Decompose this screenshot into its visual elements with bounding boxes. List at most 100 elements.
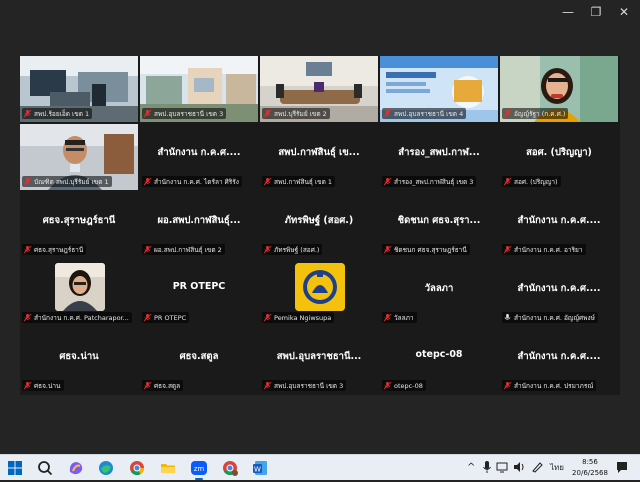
participant-name-label: บัณฑิต สพป.บุรีรัมย์ เขต 1 <box>22 176 112 187</box>
participant-name: สพป.กาฬสินธุ์ เขต 1 <box>274 177 333 186</box>
windows-start-icon[interactable] <box>5 458 25 478</box>
participant-tile[interactable]: ศธจ.สุราษฎร์ธานี ศธจ.สุราษฎร์ธานี <box>20 192 138 258</box>
participant-name: สพป.ร้อยเอ็ด เขต 1 <box>34 109 90 118</box>
muted-mic-icon <box>383 177 394 186</box>
edge-icon[interactable] <box>96 458 116 478</box>
search-icon[interactable] <box>35 458 55 478</box>
network-icon[interactable] <box>496 460 510 476</box>
muted-mic-icon <box>503 109 514 118</box>
participant-tile[interactable]: ศธจ.สตูล ศธจ.สตูล <box>140 328 258 394</box>
participant-name-label: สำนักงาน ก.ค.ศ. อาริยา <box>502 244 586 255</box>
participant-name-label: ศธจ.น่าน <box>22 380 64 391</box>
microphone-tray-icon[interactable] <box>482 460 492 476</box>
participant-name: สำรอง_สพป.กาฬสินธุ์ เขต 3 <box>394 177 474 186</box>
show-hidden-icons-chevron[interactable]: ^ <box>467 460 475 476</box>
participant-tile[interactable]: สพป.อุบลราชธานี... สพป.อุบลราชธานี เขต 3 <box>260 328 378 394</box>
participant-display-name: สำนักงาน ก.ค.ศ.... <box>517 351 601 362</box>
participant-name-label: ผอ.สพป.กาฬสินธุ์ เขต 2 <box>142 244 225 255</box>
chrome-icon[interactable] <box>127 458 147 478</box>
participant-name: ชิดชนก ศธจ.สุราษฎร์ธานี <box>394 245 467 254</box>
muted-mic-icon <box>23 245 34 254</box>
chrome-profile-icon[interactable] <box>220 458 240 478</box>
participant-name-label: Pemika Ngiwsupa <box>262 312 335 323</box>
window-titlebar: — ❐ ✕ <box>0 0 640 26</box>
participant-name: ศธจ.สตูล <box>154 381 181 390</box>
svg-text:zm: zm <box>194 465 205 473</box>
mic-icon <box>503 313 514 322</box>
participant-tile[interactable]: สำรอง_สพป.กาฬ... สำรอง_สพป.กาฬสินธุ์ เขต … <box>380 124 498 190</box>
participant-name: ผอ.สพป.กาฬสินธุ์ เขต 2 <box>154 245 222 254</box>
participant-tile[interactable]: สำนักงาน ก.ค.ศ.... สำนักงาน ก.ค.ศ. ไตรัลา… <box>140 124 258 190</box>
notification-center-icon[interactable] <box>615 460 629 476</box>
participant-name: สำนักงาน ก.ค.ศ. Patcharapor... <box>34 313 129 322</box>
muted-mic-icon <box>23 381 34 390</box>
participant-tile[interactable]: สพป.อุบลราชธานี เขต 4 <box>380 56 498 122</box>
participant-name-label: สำนักงาน ก.ค.ศ. Patcharapor... <box>22 312 132 323</box>
participant-name: otepc-08 <box>394 381 423 390</box>
muted-mic-icon <box>143 245 154 254</box>
participant-tile[interactable]: สอศ. (ปริญญา) สอศ. (ปริญญา) <box>500 124 618 190</box>
clock-time: 8:56 <box>582 458 598 466</box>
participant-name-label: วัลลภา <box>382 312 417 323</box>
close-button[interactable]: ✕ <box>613 3 635 21</box>
file-explorer-icon[interactable] <box>158 458 178 478</box>
muted-mic-icon <box>503 245 514 254</box>
clock-date: 20/6/2568 <box>572 469 608 477</box>
word-icon[interactable]: W <box>250 458 270 478</box>
participant-display-name: PR OTEPC <box>172 281 226 292</box>
participant-tile[interactable]: สำนักงาน ก.ค.ศ. Patcharapor... <box>20 260 138 326</box>
participant-name: สำนักงาน ก.ค.ศ. ไตรัลา ศิริรัง <box>154 177 239 186</box>
participant-tile[interactable]: ศธจ.น่าน ศธจ.น่าน <box>20 328 138 394</box>
participant-tile[interactable]: ผอ.สพป.กาฬสินธุ์... ผอ.สพป.กาฬสินธุ์ เขต … <box>140 192 258 258</box>
participant-tile[interactable]: วัลลภา วัลลภา <box>380 260 498 326</box>
participant-profile-logo <box>295 263 345 311</box>
participant-tile[interactable]: บัณฑิต สพป.บุรีรัมย์ เขต 1 <box>20 124 138 190</box>
muted-mic-icon <box>23 177 34 186</box>
participant-display-name: สอศ. (ปริญญา) <box>526 147 592 158</box>
pen-icon[interactable] <box>530 460 544 476</box>
muted-mic-icon <box>263 313 274 322</box>
participant-tile[interactable]: อัญญ์รัฐา (ก.ค.ศ.) <box>500 56 618 122</box>
participant-tile[interactable]: otepc-08 otepc-08 <box>380 328 498 394</box>
gallery-view: สพป.ร้อยเอ็ด เขต 1 สพป.อุบลราชธานี เขต 3ส… <box>20 56 620 395</box>
participant-tile[interactable]: Pemika Ngiwsupa <box>260 260 378 326</box>
participant-name-label: ศธจ.สตูล <box>142 380 184 391</box>
participant-tile[interactable]: สำนักงาน ก.ค.ศ.... สำนักงาน ก.ค.ศ. อัญญ์ศ… <box>500 260 618 326</box>
participant-name-label: ศธจ.สุราษฎร์ธานี <box>22 244 87 255</box>
participant-display-name: สำนักงาน ก.ค.ศ.... <box>517 283 601 294</box>
participant-name: ศธจ.สุราษฎร์ธานี <box>34 245 84 254</box>
svg-text:W: W <box>254 466 261 474</box>
zoom-icon[interactable]: zm <box>189 458 209 480</box>
participant-tile[interactable]: สำนักงาน ก.ค.ศ.... สำนักงาน ก.ค.ศ. อาริยา <box>500 192 618 258</box>
participant-name: ภัทรพิษฐ์ (สอศ.) <box>274 245 320 254</box>
participant-name: ศธจ.น่าน <box>34 381 61 390</box>
participant-tile[interactable]: ชิดชนก ศธจ.สุรา... ชิดชนก ศธจ.สุราษฎร์ธาน… <box>380 192 498 258</box>
participant-display-name: วัลลภา <box>424 283 454 294</box>
participant-tile[interactable]: สำนักงาน ก.ค.ศ.... สำนักงาน ก.ค.ศ. ปรมาภร… <box>500 328 618 394</box>
participant-display-name: ชิดชนก ศธจ.สุรา... <box>397 215 481 226</box>
participant-tile[interactable]: สพป.ร้อยเอ็ด เขต 1 <box>20 56 138 122</box>
copilot-icon[interactable] <box>66 458 86 478</box>
volume-icon[interactable] <box>512 460 526 476</box>
restore-button[interactable]: ❐ <box>585 3 607 21</box>
taskbar-clock[interactable]: 8:56 20/6/2568 <box>570 457 610 479</box>
participant-tile[interactable]: ภัทรพิษฐ์ (สอศ.) ภัทรพิษฐ์ (สอศ.) <box>260 192 378 258</box>
minimize-button[interactable]: — <box>557 3 579 21</box>
participant-tile[interactable]: สพป.กาฬสินธุ์ เข... สพป.กาฬสินธุ์ เขต 1 <box>260 124 378 190</box>
participant-tile[interactable]: สพป.อุบลราชธานี เขต 3 <box>140 56 258 122</box>
participant-tile[interactable]: PR OTEPC PR OTEPC <box>140 260 258 326</box>
muted-mic-icon <box>383 245 394 254</box>
participant-name: PR OTEPC <box>154 313 187 322</box>
participant-name-label: สพป.ร้อยเอ็ด เขต 1 <box>22 108 93 119</box>
participant-display-name: สำนักงาน ก.ค.ศ.... <box>517 215 601 226</box>
participant-name: สพป.อุบลราชธานี เขต 3 <box>274 381 344 390</box>
participant-tile[interactable]: สพป.บุรีรัมย์ เขต 2 <box>260 56 378 122</box>
input-language-indicator[interactable]: ไทย <box>550 460 564 476</box>
muted-mic-icon <box>23 109 34 118</box>
participant-name-label: สำนักงาน ก.ค.ศ. ไตรัลา ศิริรัง <box>142 176 242 187</box>
muted-mic-icon <box>263 381 274 390</box>
windows-taskbar: zm W ^ ไทย 8:56 20/6/2568 <box>0 454 640 480</box>
zoom-meeting-window: — ❐ ✕ สพป.ร้อยเอ็ด เขต 1 สพป.อุบลราชธานี … <box>0 0 640 454</box>
participant-name: อัญญ์รัฐา (ก.ค.ศ.) <box>514 109 566 118</box>
participant-display-name: สพป.กาฬสินธุ์ เข... <box>278 147 360 158</box>
